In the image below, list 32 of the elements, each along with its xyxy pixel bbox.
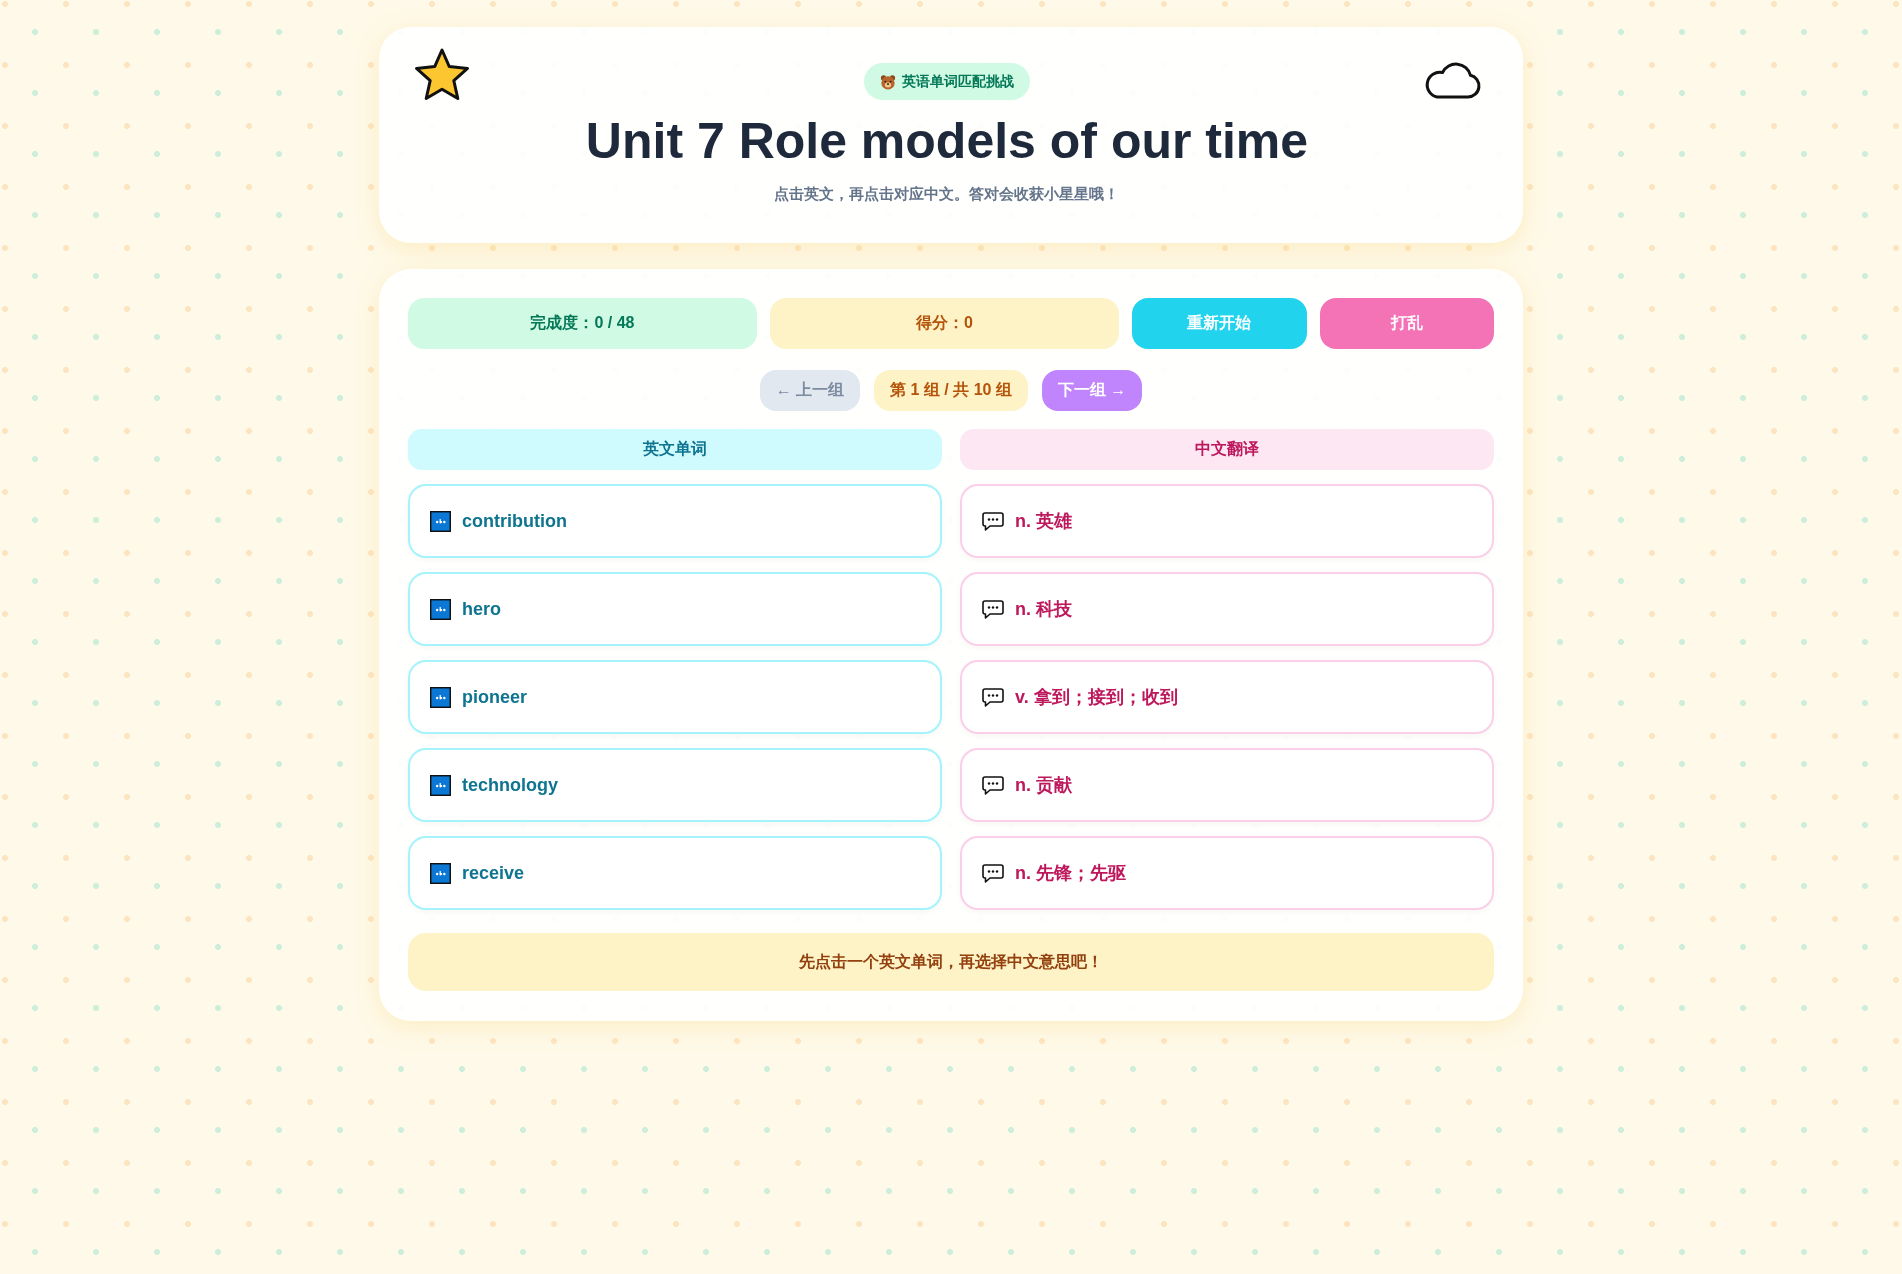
star-icon xyxy=(413,47,471,103)
speech-bubble-icon xyxy=(982,511,1004,531)
meaning-card[interactable]: n. 英雄 xyxy=(960,484,1494,558)
cloud-icon xyxy=(1423,60,1481,100)
column-heading: 英文单词 xyxy=(408,429,942,470)
word-card[interactable]: pioneer xyxy=(408,660,942,734)
letter-tile-icon xyxy=(430,862,451,884)
hint-message: 先点击一个英文单词，再选择中文意思吧！ xyxy=(408,933,1494,991)
word-card[interactable]: contribution xyxy=(408,484,942,558)
meaning-card[interactable]: n. 先锋；先驱 xyxy=(960,836,1494,910)
letter-tile-icon xyxy=(430,598,451,620)
word-card[interactable]: technology xyxy=(408,748,942,822)
letter-tile-icon xyxy=(430,686,451,708)
instructions-text: 点击英文，再点击对应中文。答对会收获小星星哦！ xyxy=(774,184,1120,204)
word-card[interactable]: hero xyxy=(408,572,942,646)
meaning-card[interactable]: v. 拿到；接到；收到 xyxy=(960,660,1494,734)
letter-tile-icon xyxy=(430,510,451,532)
word-card[interactable]: receive xyxy=(408,836,942,910)
speech-bubble-icon xyxy=(982,687,1004,707)
bear-icon xyxy=(880,73,896,90)
score-counter: 得分：0 xyxy=(770,298,1119,349)
meaning-card[interactable]: n. 贡献 xyxy=(960,748,1494,822)
badge-label: 英语单词匹配挑战 xyxy=(902,72,1014,91)
page-indicator: 第 1 组 / 共 10 组 xyxy=(874,370,1028,411)
meaning-card[interactable]: n. 科技 xyxy=(960,572,1494,646)
letter-tile-icon xyxy=(430,774,451,796)
speech-bubble-icon xyxy=(982,775,1004,795)
column-heading: 中文翻译 xyxy=(960,429,1494,470)
progress-counter: 完成度：0 / 48 xyxy=(408,298,757,349)
speech-bubble-icon xyxy=(982,863,1004,883)
page-title: Unit 7 Role models of our time xyxy=(585,112,1309,171)
speech-bubble-icon xyxy=(982,599,1004,619)
